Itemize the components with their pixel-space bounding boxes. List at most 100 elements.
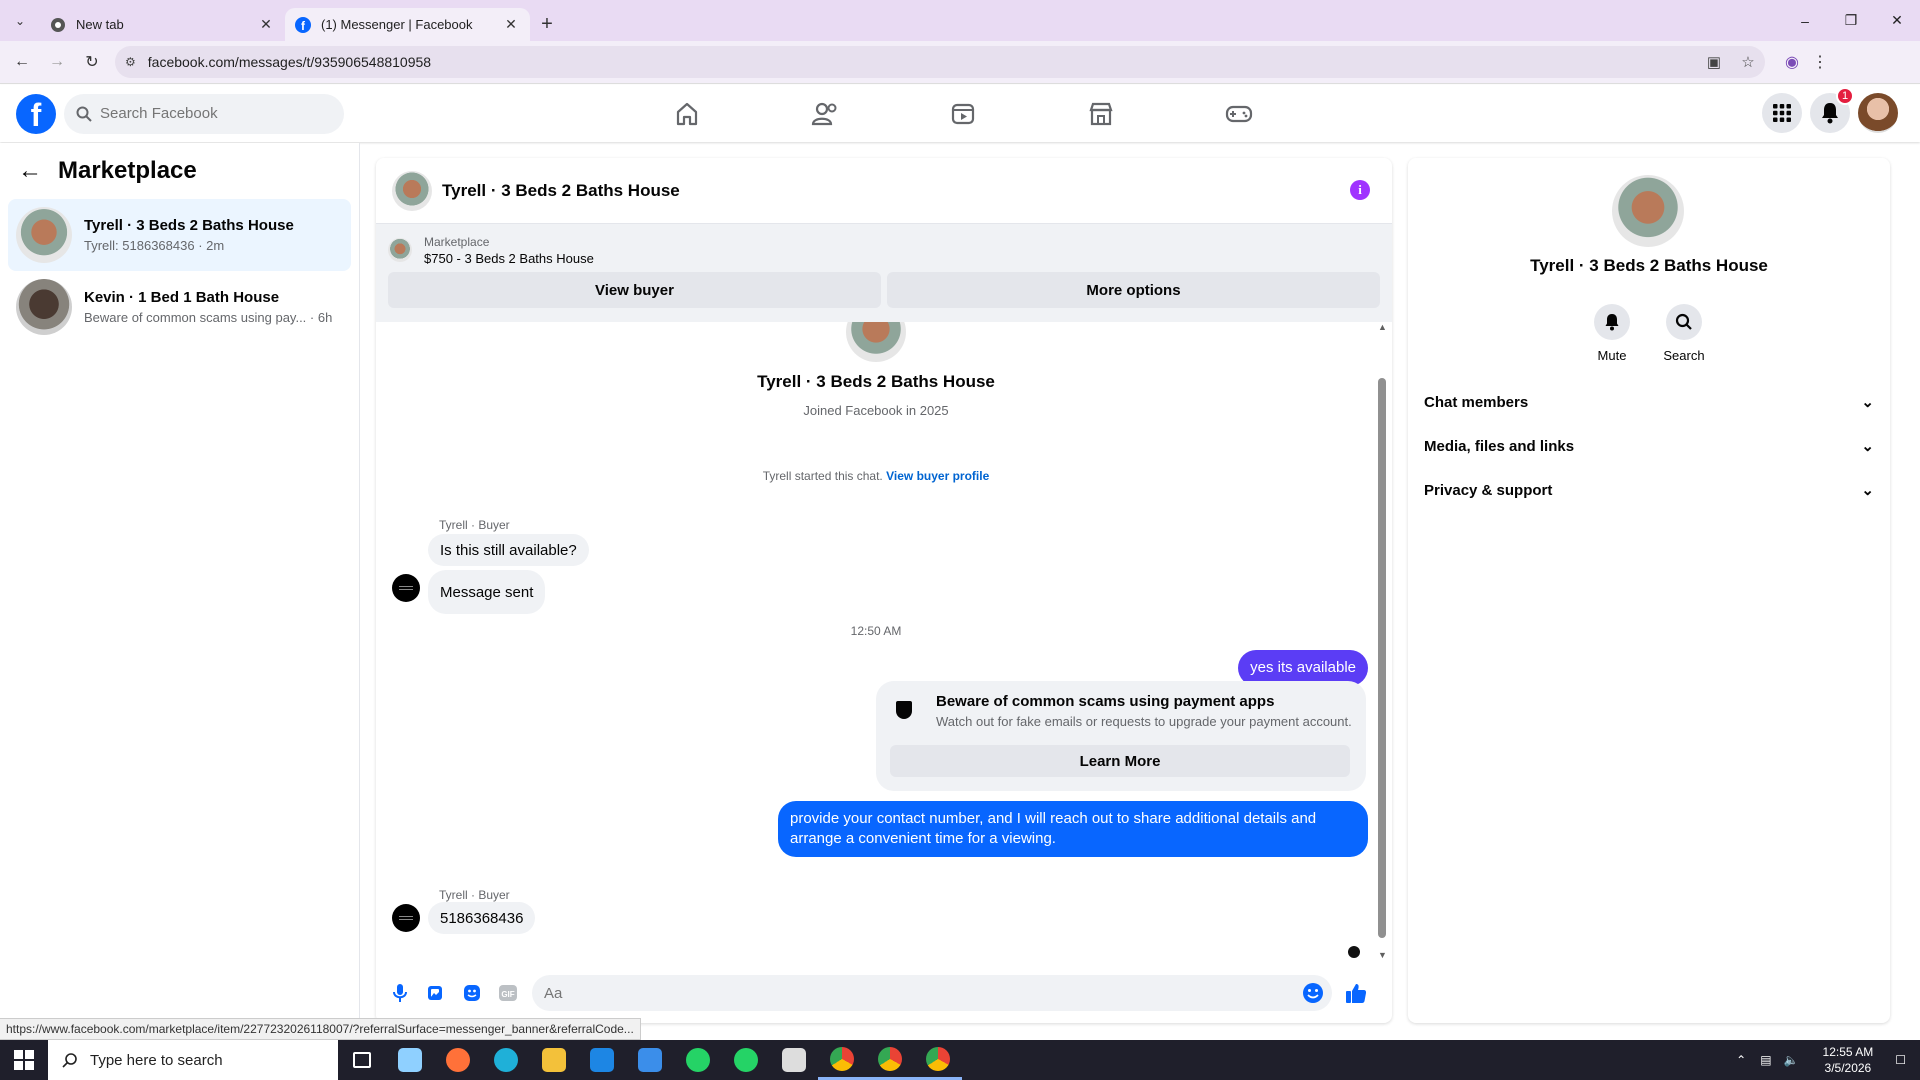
taskbar-search-placeholder: Type here to search <box>90 1051 223 1069</box>
scroll-up-icon[interactable]: ▲ <box>1378 322 1387 332</box>
mute-label: Mute <box>1597 348 1627 363</box>
conversation-item-kevin[interactable]: Kevin · 1 Bed 1 Bath House Beware of com… <box>8 271 351 343</box>
conversation-item-tyrell[interactable]: Tyrell · 3 Beds 2 Baths House Tyrell: 51… <box>8 199 351 271</box>
search-action[interactable]: Search <box>1654 304 1714 363</box>
account-avatar[interactable] <box>1858 93 1898 133</box>
message-input[interactable] <box>544 984 1302 1002</box>
mail-icon[interactable] <box>626 1040 674 1080</box>
search-input[interactable] <box>100 105 320 122</box>
menu-grid-icon[interactable] <box>1762 93 1802 133</box>
chrome-icon[interactable] <box>914 1040 962 1080</box>
forward-arrow-icon[interactable]: → <box>44 49 70 75</box>
header-right-actions: 1 <box>1762 87 1898 133</box>
back-arrow-icon[interactable]: ← <box>18 157 42 185</box>
more-options-button[interactable]: More options <box>887 272 1380 308</box>
notifications-bell-icon[interactable]: 1 <box>1810 87 1854 133</box>
network-icon[interactable]: ▤ <box>1760 1053 1771 1067</box>
marketplace-icon[interactable] <box>1032 85 1170 142</box>
omnibox[interactable]: ⚙ facebook.com/messages/t/93590654881095… <box>115 46 1765 78</box>
view-buyer-button[interactable]: View buyer <box>388 272 881 308</box>
firefox-icon[interactable] <box>434 1040 482 1080</box>
system-tray: ⌃ ▤ 🔈 12:55 AM 3/5/2026 ☐ <box>1728 1040 1920 1080</box>
close-tab-icon[interactable]: ✕ <box>502 16 520 33</box>
site-settings-icon[interactable]: ⚙ <box>125 55 136 69</box>
url-text[interactable]: facebook.com/messages/t/935906548810958 <box>148 54 1697 70</box>
tab-search-chevron-icon[interactable]: ⌄ <box>0 0 40 41</box>
file-explorer-icon[interactable] <box>530 1040 578 1080</box>
microphone-icon[interactable] <box>382 975 418 1011</box>
gif-icon[interactable]: GIF <box>490 975 526 1011</box>
chrome-icon[interactable] <box>866 1040 914 1080</box>
browser-profile-icon[interactable]: ◉ <box>1777 52 1807 72</box>
app-icon[interactable] <box>386 1040 434 1080</box>
app-icon[interactable] <box>770 1040 818 1080</box>
message-input-box[interactable] <box>532 975 1332 1011</box>
sender-avatar[interactable] <box>392 574 420 602</box>
facebook-logo-icon[interactable]: f <box>16 93 56 134</box>
facebook-search[interactable] <box>64 93 344 134</box>
chat-avatar[interactable] <box>392 170 432 211</box>
clock[interactable]: 12:55 AM 3/5/2026 <box>1823 1044 1874 1076</box>
reload-icon[interactable]: ↻ <box>79 49 105 75</box>
bookmark-star-icon[interactable]: ☆ <box>1731 53 1765 71</box>
facebook-icon: f <box>295 16 311 33</box>
tab-label: New tab <box>76 17 124 32</box>
scroll-down-icon[interactable]: ▼ <box>1378 950 1387 960</box>
details-avatar[interactable] <box>1612 175 1684 247</box>
store-icon[interactable] <box>578 1040 626 1080</box>
emoji-icon[interactable] <box>1302 982 1324 1004</box>
notification-badge: 1 <box>1836 87 1854 105</box>
notification-center-icon[interactable]: ☐ <box>1895 1053 1906 1067</box>
outgoing-message[interactable]: provide your contact number, and I will … <box>778 801 1368 857</box>
chat-members-section[interactable]: Chat members ⌄ <box>1424 380 1874 424</box>
info-icon[interactable]: i <box>1350 180 1370 200</box>
restore-icon[interactable]: ❐ <box>1828 0 1874 41</box>
svg-text:GIF: GIF <box>501 990 514 999</box>
chat-title[interactable]: Tyrell · 3 Beds 2 Baths House <box>442 181 680 201</box>
listing-row[interactable]: Marketplace $750 - 3 Beds 2 Baths House <box>388 232 1380 268</box>
tab-new-tab[interactable]: New tab ✕ <box>40 8 285 41</box>
watch-icon[interactable] <box>894 85 1032 142</box>
chat-window: Tyrell · 3 Beds 2 Baths House i Marketpl… <box>376 158 1392 1023</box>
windows-start-icon[interactable] <box>0 1040 48 1080</box>
photo-icon[interactable] <box>418 975 454 1011</box>
incoming-message[interactable]: 5186368436 <box>428 902 536 934</box>
bell-icon[interactable] <box>1594 304 1630 340</box>
privacy-support-section[interactable]: Privacy & support ⌄ <box>1424 468 1874 512</box>
message-scrollbar[interactable]: ▲ ▼ <box>1378 322 1387 962</box>
incoming-message[interactable]: Is this still available? <box>428 534 589 566</box>
whatsapp-icon[interactable] <box>674 1040 722 1080</box>
search-icon[interactable] <box>1666 304 1702 340</box>
volume-icon[interactable]: 🔈 <box>1784 1053 1799 1067</box>
home-icon[interactable] <box>618 85 756 142</box>
edge-icon[interactable] <box>482 1040 530 1080</box>
view-buyer-profile-link[interactable]: View buyer profile <box>886 469 989 483</box>
conversation-details-panel: Tyrell · 3 Beds 2 Baths House Mute Searc… <box>1408 158 1890 1023</box>
media-files-links-section[interactable]: Media, files and links ⌄ <box>1424 424 1874 468</box>
learn-more-button[interactable]: Learn More <box>890 745 1350 777</box>
chrome-icon[interactable] <box>818 1040 866 1080</box>
mute-action[interactable]: Mute <box>1582 304 1642 363</box>
chevron-up-icon[interactable]: ⌃ <box>1736 1053 1746 1067</box>
whatsapp-icon[interactable] <box>722 1040 770 1080</box>
message-list: Tyrell · 3 Beds 2 Baths House Joined Fac… <box>376 322 1392 962</box>
sender-avatar[interactable] <box>392 904 420 932</box>
install-app-icon[interactable]: ▣ <box>1697 53 1731 71</box>
sticker-icon[interactable] <box>454 975 490 1011</box>
new-tab-plus-icon[interactable]: + <box>530 8 564 41</box>
browser-menu-icon[interactable]: ⋮ <box>1807 52 1833 72</box>
scrollbar-thumb[interactable] <box>1378 378 1386 938</box>
gaming-icon[interactable] <box>1170 85 1308 142</box>
back-arrow-icon[interactable]: ← <box>9 49 35 75</box>
close-tab-icon[interactable]: ✕ <box>257 16 275 33</box>
close-window-icon[interactable]: ✕ <box>1874 0 1920 41</box>
friends-icon[interactable] <box>756 85 894 142</box>
minimize-icon[interactable]: – <box>1782 0 1828 41</box>
tab-messenger[interactable]: f (1) Messenger | Facebook ✕ <box>285 8 530 41</box>
incoming-message[interactable]: Message sent <box>428 570 546 614</box>
profile-avatar <box>846 322 906 362</box>
task-view-icon[interactable] <box>338 1040 386 1080</box>
like-thumbs-up-icon[interactable] <box>1338 975 1374 1011</box>
taskbar-search[interactable]: Type here to search <box>48 1040 338 1080</box>
sidebar-title: Marketplace <box>58 157 197 184</box>
